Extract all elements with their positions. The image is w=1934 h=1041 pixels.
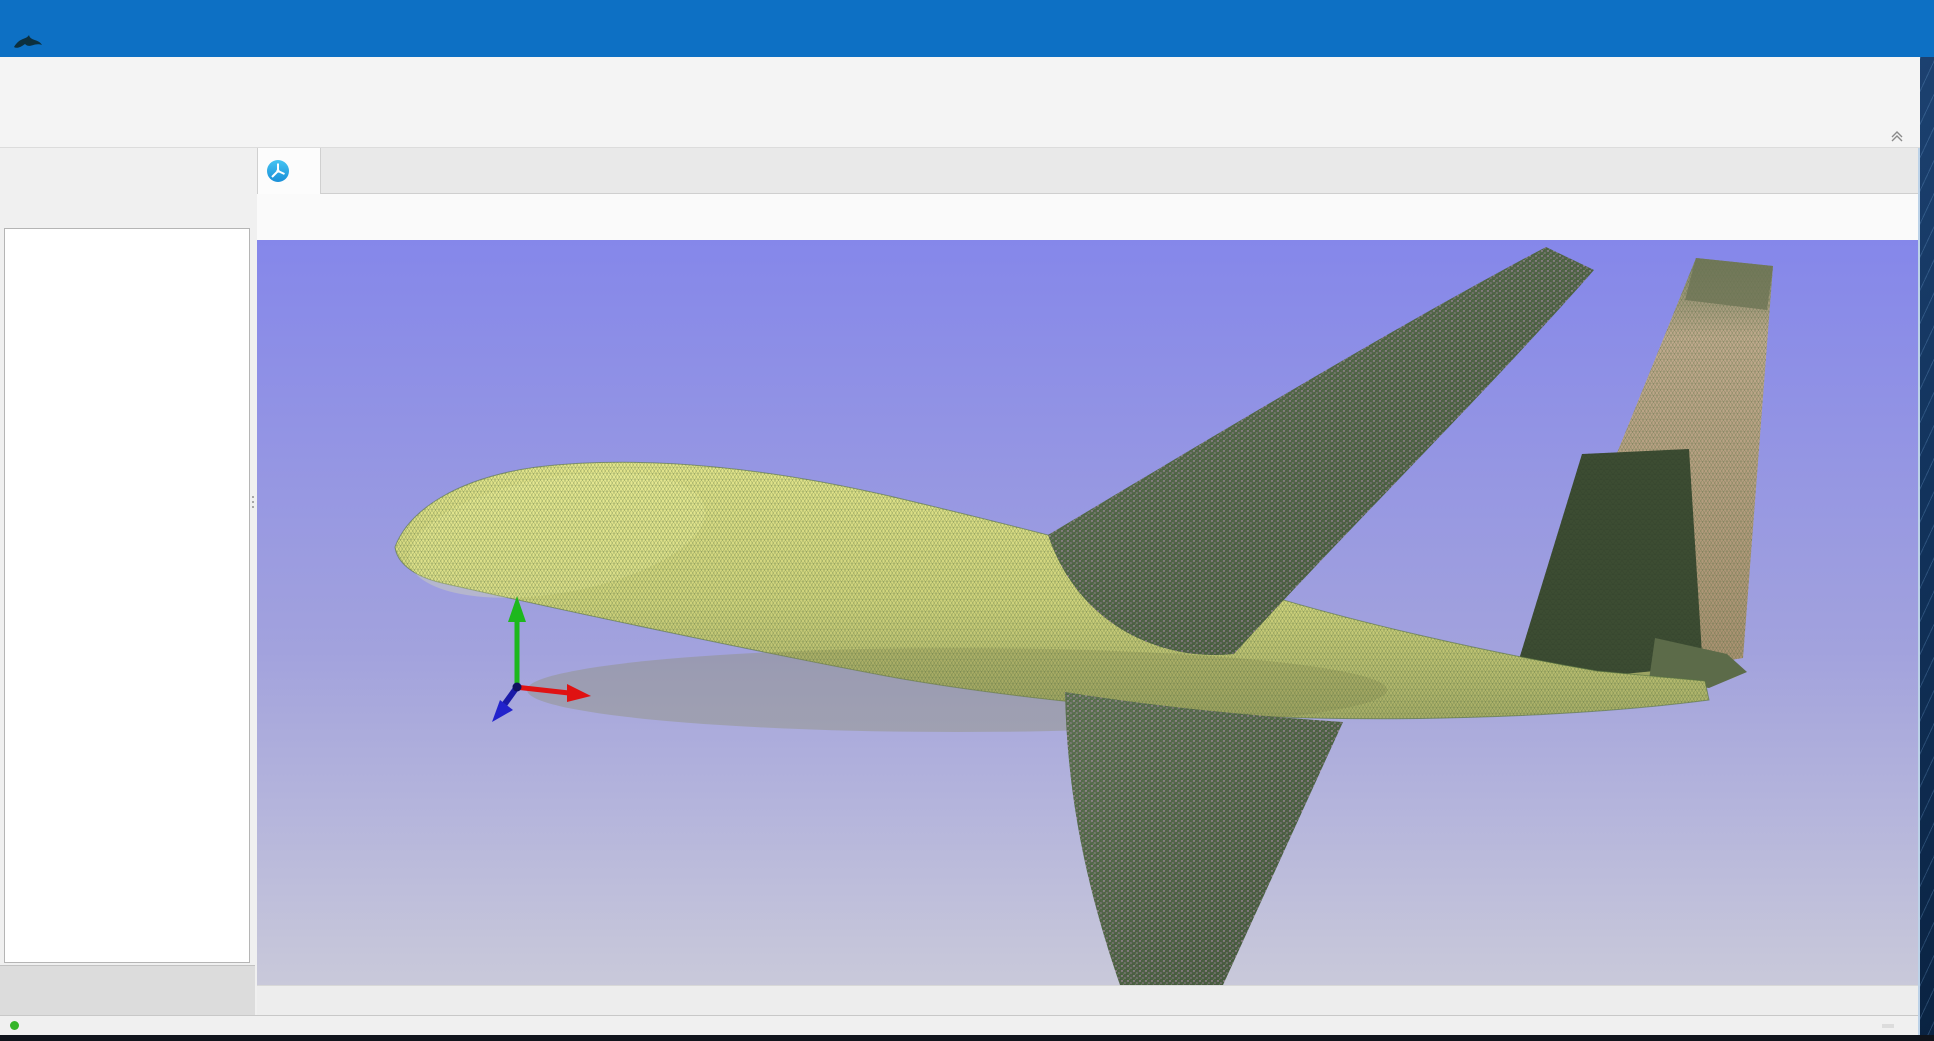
3d-axis-icon bbox=[266, 159, 290, 183]
fuselage bbox=[395, 452, 1709, 732]
viewport-toolbar bbox=[257, 194, 1920, 240]
project-panel-header bbox=[0, 148, 255, 182]
wing-starboard bbox=[1048, 247, 1594, 655]
document-tabstrip bbox=[257, 148, 1920, 194]
app-logo-bird-icon bbox=[0, 27, 56, 57]
wing-port bbox=[1065, 692, 1343, 985]
tree-filter-toolbar bbox=[0, 182, 255, 224]
status-dot-icon bbox=[10, 1021, 19, 1030]
viewport-3d[interactable] bbox=[257, 240, 1920, 985]
menubar bbox=[0, 27, 1934, 57]
tab-3d-view[interactable] bbox=[257, 148, 321, 194]
system-message-bar bbox=[257, 985, 1920, 1015]
project-panel-bottom-tab[interactable] bbox=[0, 965, 255, 1015]
desktop-wallpaper-strip bbox=[1920, 57, 1934, 1035]
project-tree bbox=[4, 228, 250, 963]
statusbar bbox=[0, 1015, 1920, 1035]
project-panel bbox=[0, 148, 255, 1015]
main-content bbox=[257, 148, 1920, 1015]
ribbon bbox=[0, 57, 1920, 148]
layout-toggle-icons bbox=[1882, 1024, 1894, 1028]
aircraft-model bbox=[257, 240, 1920, 985]
panel-resize-grip[interactable] bbox=[251, 493, 255, 511]
screen-bottom-edge bbox=[0, 1035, 1934, 1041]
cube-icon bbox=[12, 976, 42, 1006]
titlebar bbox=[0, 0, 1934, 27]
ribbon-collapse-button[interactable] bbox=[1888, 128, 1906, 142]
